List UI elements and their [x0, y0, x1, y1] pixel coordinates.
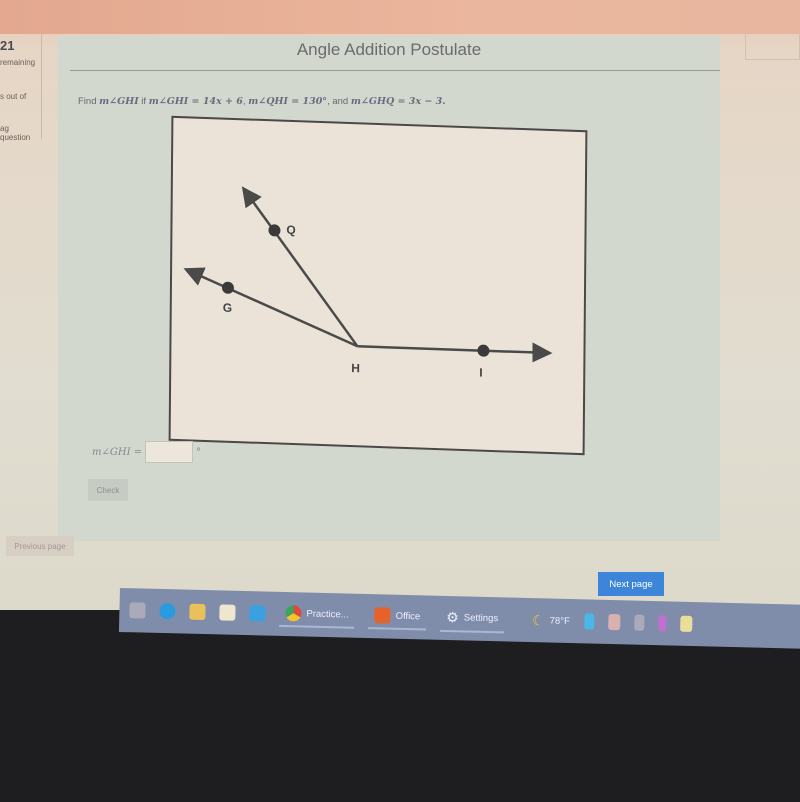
weather-widget[interactable]: ☾ 78°F: [532, 612, 570, 630]
equation-ghq: m∠GHQ = 3x − 3.: [350, 96, 446, 107]
label-i: I: [479, 366, 482, 380]
tray-icon[interactable]: [679, 615, 693, 632]
divider: [70, 70, 720, 71]
taskbar-app-office[interactable]: Office: [368, 603, 427, 631]
edge-icon[interactable]: [159, 602, 176, 620]
equation-qhi: m∠QHI = 130°: [248, 96, 328, 107]
angle-diagram: Q G H I: [168, 115, 588, 456]
question-target: m∠GHI: [99, 96, 139, 107]
point-q: [268, 224, 281, 237]
label-q: Q: [286, 223, 295, 237]
question-card: Angle Addition Postulate Find m∠GHI if m…: [58, 36, 720, 541]
label-h: H: [351, 361, 360, 375]
right-panel: [745, 30, 800, 60]
degree-unit: °: [196, 446, 202, 458]
app-label: Office: [395, 610, 421, 622]
question-number: 21: [0, 38, 15, 53]
question-prefix: Find: [78, 96, 100, 107]
store-icon[interactable]: [219, 604, 236, 621]
browser-top-bar: [0, 0, 800, 34]
question-info-panel: 21 remaining s out of ag question: [0, 34, 42, 142]
app-label: Settings: [463, 611, 499, 624]
question-if: if: [138, 96, 149, 107]
tray-icon[interactable]: [583, 613, 595, 630]
taskbar-app-settings[interactable]: ⚙ Settings: [439, 604, 505, 633]
label-g: G: [223, 301, 232, 315]
check-button[interactable]: Check: [88, 479, 128, 501]
previous-page-button[interactable]: Previous page: [6, 536, 74, 556]
score-label: s out of: [0, 92, 27, 101]
taskbar-app-practice[interactable]: Practice...: [279, 600, 355, 629]
moon-icon: ☾: [531, 611, 545, 628]
office-icon: [374, 607, 391, 624]
answer-row: m∠GHI = °: [92, 441, 201, 463]
mute-icon[interactable]: [633, 614, 645, 631]
mail-icon[interactable]: [249, 605, 266, 622]
angle-diagram-svg: Q G H I: [183, 186, 553, 380]
equation-ghi: m∠GHI = 14x + 6: [148, 96, 243, 107]
answer-label: m∠GHI =: [92, 446, 143, 458]
next-page-button[interactable]: Next page: [598, 572, 664, 596]
remaining-label: remaining: [0, 58, 36, 67]
ray-hq: [241, 186, 359, 348]
answer-input[interactable]: [145, 441, 194, 463]
weather-temp: 78°F: [549, 615, 570, 627]
tray-icon[interactable]: [657, 615, 667, 632]
monitor-screen: 21 remaining s out of ag question Angle …: [0, 0, 800, 640]
file-explorer-icon[interactable]: [189, 603, 206, 621]
point-i: [477, 344, 490, 357]
tray-icon[interactable]: [607, 613, 621, 631]
chrome-icon: [285, 605, 302, 622]
task-view-icon[interactable]: [129, 602, 146, 619]
page-title: Angle Addition Postulate: [296, 40, 482, 59]
gear-icon: ⚙: [446, 608, 460, 625]
ray-hi: [357, 342, 553, 363]
ray-hg: [183, 267, 358, 348]
question-text: Find m∠GHI if m∠GHI = 14x + 6, m∠QHI = 1…: [78, 96, 446, 107]
flag-question-link[interactable]: ag question: [0, 124, 41, 142]
question-and: , and: [327, 96, 351, 107]
app-label: Practice...: [306, 608, 349, 621]
point-g: [221, 281, 234, 294]
